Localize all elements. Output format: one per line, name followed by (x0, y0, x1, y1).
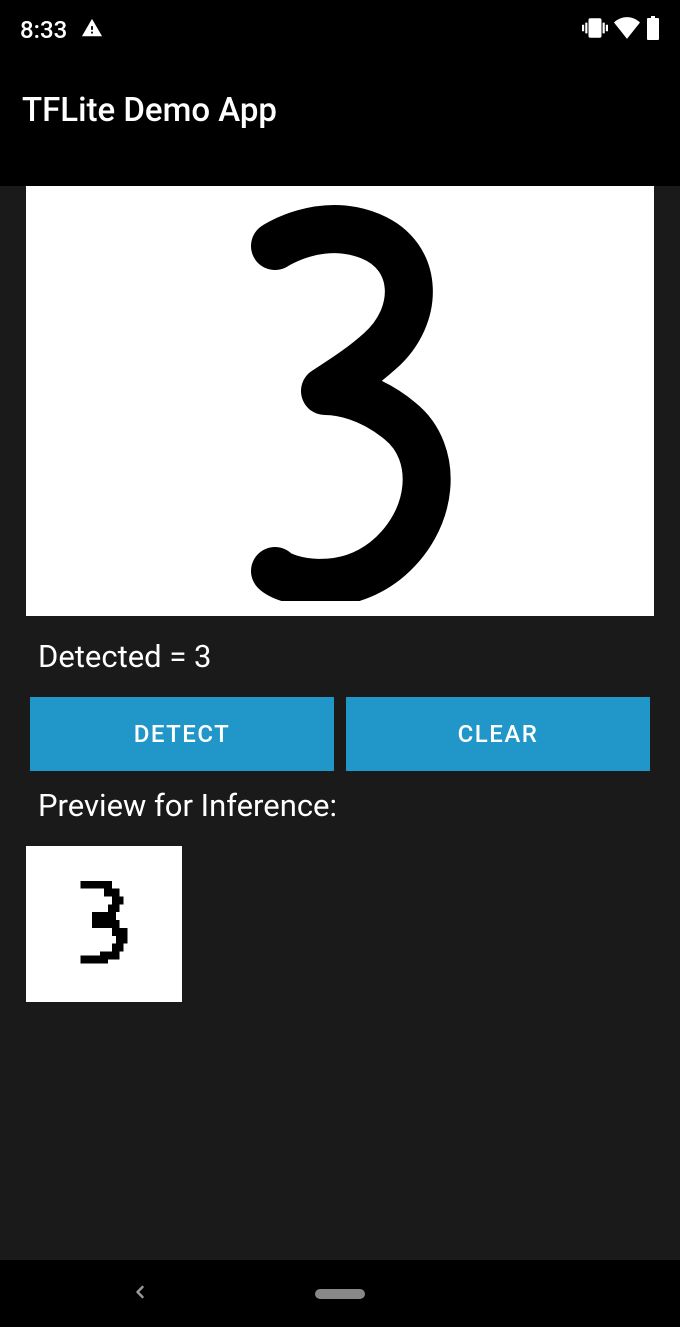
preview-digit-3 (49, 859, 159, 989)
drawn-digit-3 (190, 201, 490, 601)
button-row: DETECT CLEAR (0, 675, 680, 771)
status-right (582, 15, 660, 45)
status-left: 8:33 (20, 16, 103, 44)
app-title: TFLite Demo App (22, 91, 277, 130)
detected-result: Detected = 3 (0, 616, 680, 675)
drawing-canvas[interactable] (26, 186, 654, 616)
preview-label: Preview for Inference: (0, 771, 680, 824)
detect-button[interactable]: DETECT (30, 697, 334, 771)
status-bar: 8:33 (0, 0, 680, 60)
warning-icon (81, 17, 103, 43)
home-button[interactable] (315, 1289, 365, 1299)
wifi-icon (614, 17, 640, 43)
status-time: 8:33 (20, 16, 67, 44)
navigation-bar (0, 1260, 680, 1327)
clear-button[interactable]: CLEAR (346, 697, 650, 771)
preview-image (26, 846, 182, 1002)
battery-icon (646, 16, 660, 44)
content-area: Detected = 3 DETECT CLEAR Preview for In… (0, 186, 680, 1286)
vibrate-icon (582, 15, 608, 45)
app-bar: TFLite Demo App (0, 60, 680, 160)
back-button[interactable] (130, 1282, 150, 1306)
